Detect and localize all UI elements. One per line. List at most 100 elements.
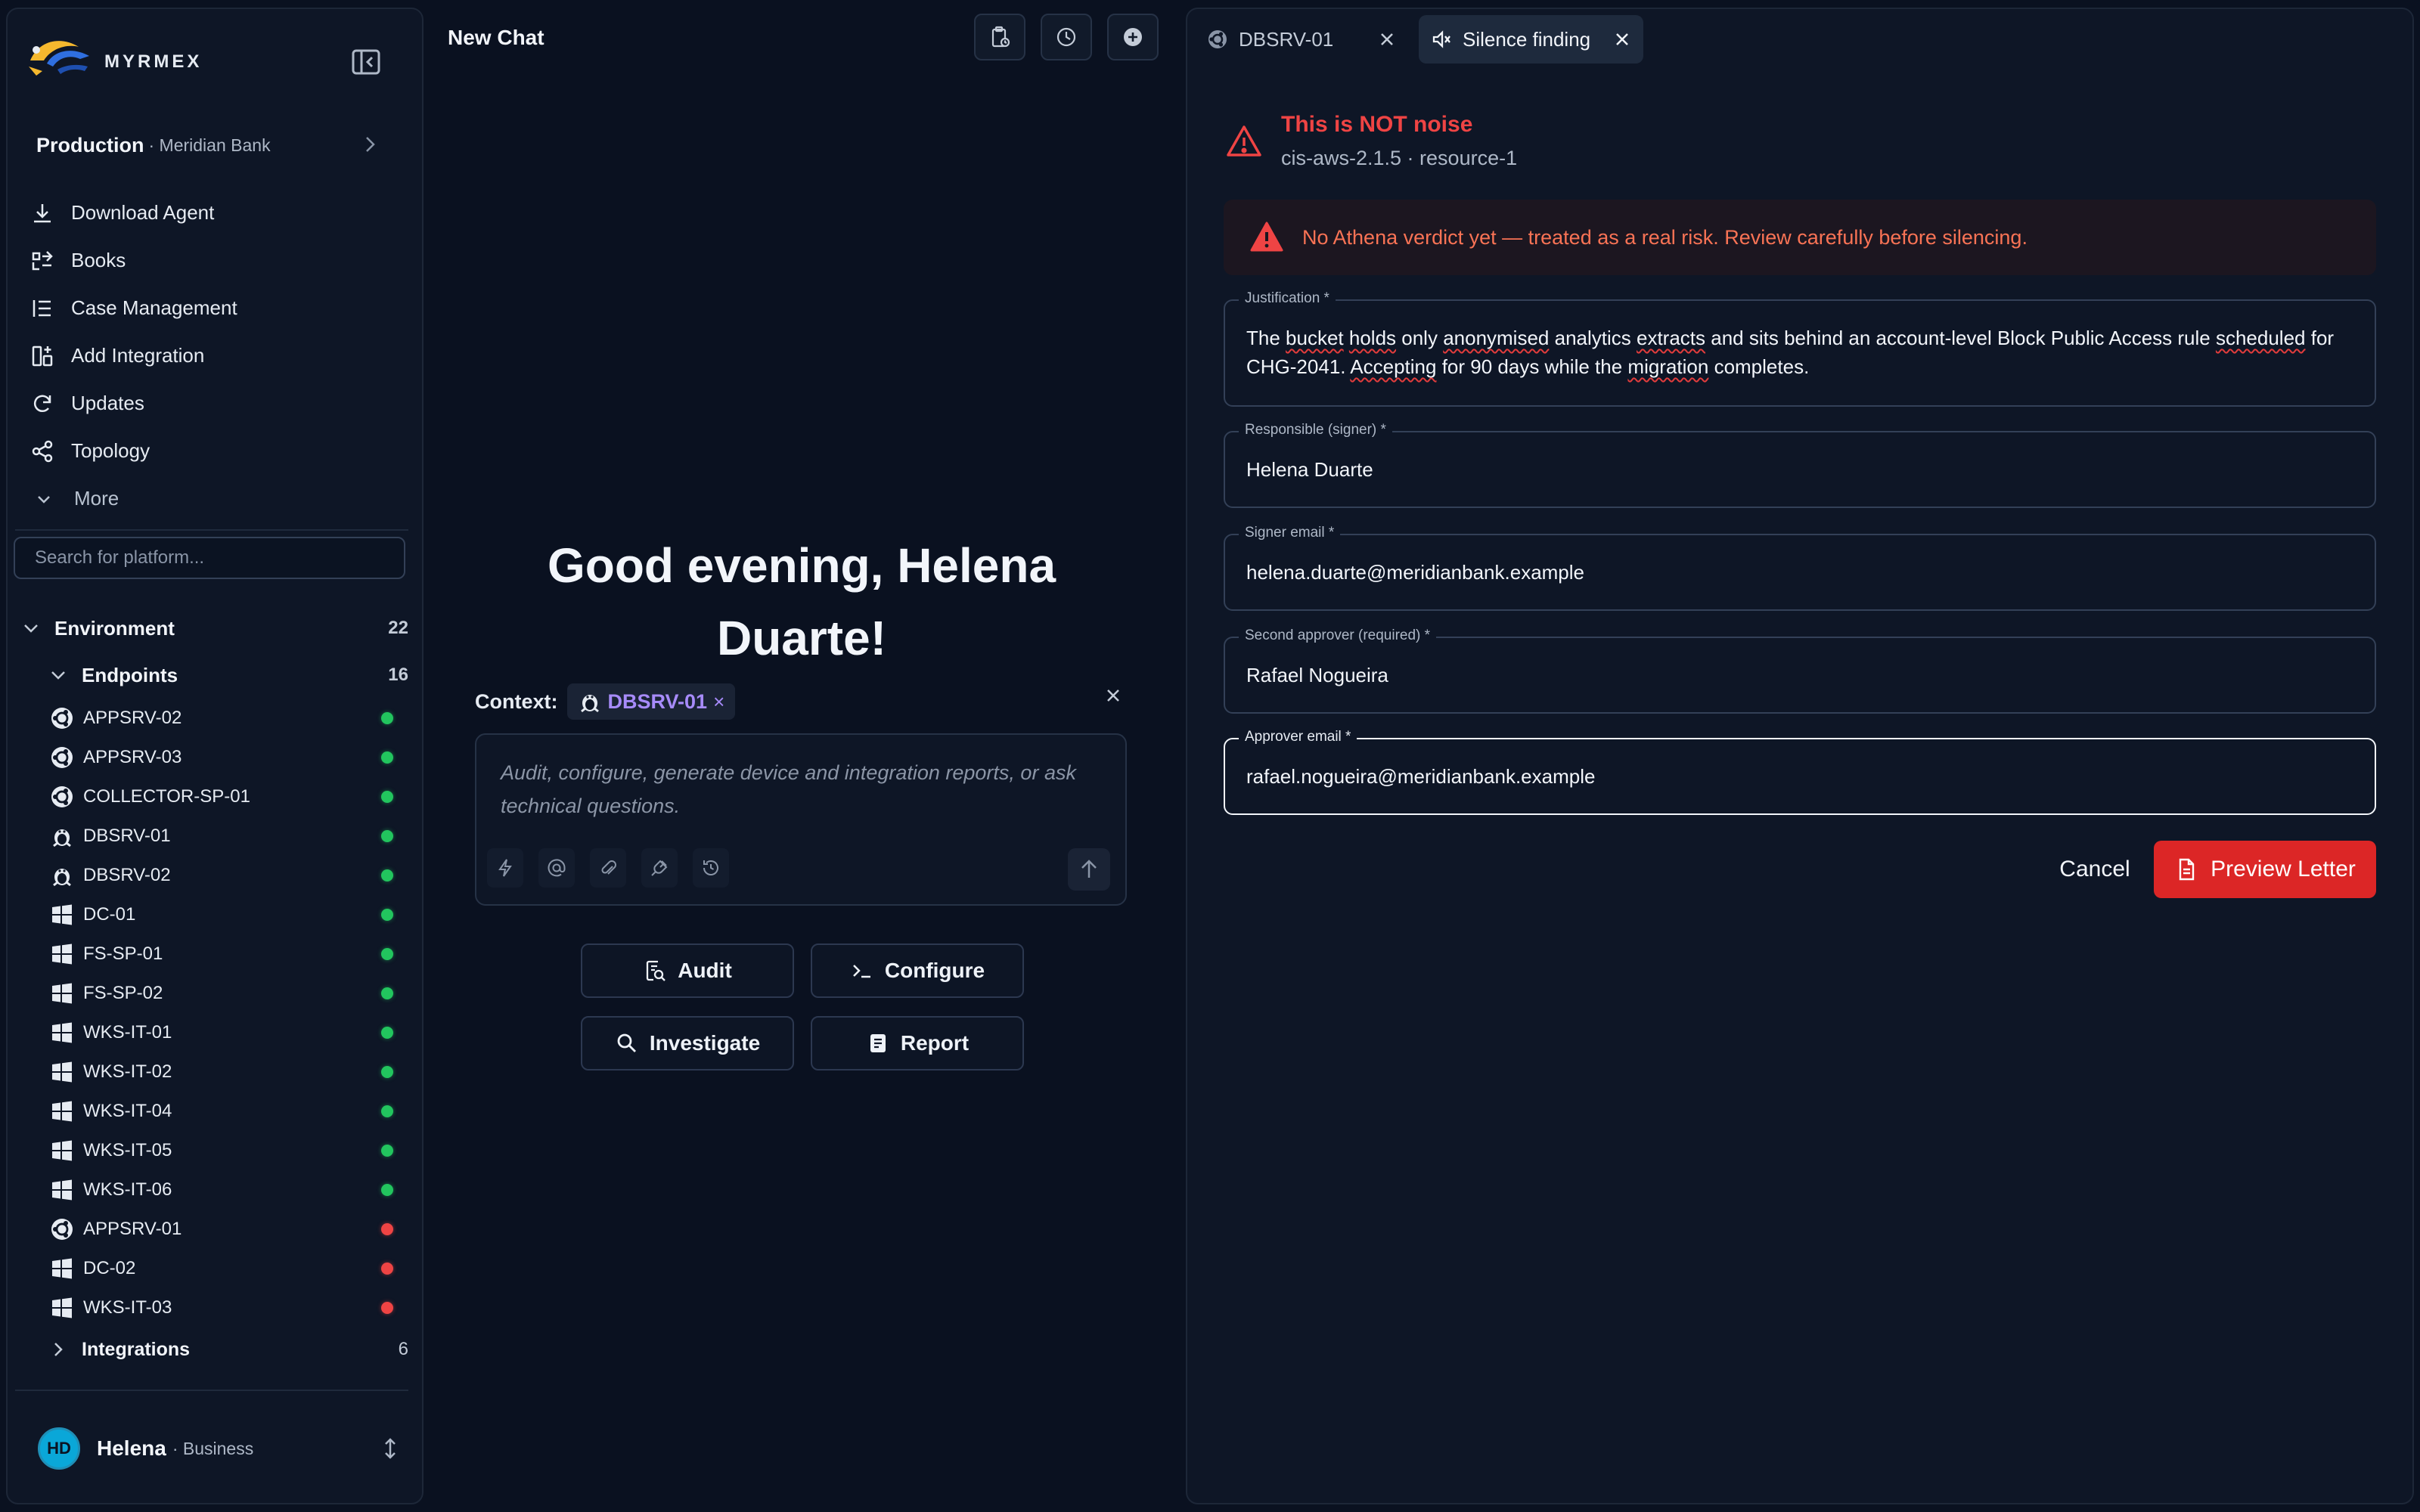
chevron-down-icon [24, 624, 38, 633]
field-label: Responsible (signer) * [1239, 422, 1392, 438]
nav-add-integration[interactable]: Add Integration [30, 332, 393, 380]
endpoint-item[interactable]: DBSRV-01 [15, 816, 408, 856]
preview-letter-button[interactable]: Preview Letter [2154, 841, 2376, 898]
endpoint-name: FS-SP-02 [83, 983, 163, 1003]
configure-button[interactable]: Configure [811, 943, 1024, 998]
integrations-button[interactable] [641, 848, 678, 888]
logo-text: MYRMEX [104, 51, 203, 72]
chevron-right-icon [366, 137, 375, 152]
context-chip[interactable]: DBSRV-01 × [566, 683, 736, 720]
endpoint-item[interactable]: WKS-IT-04 [15, 1092, 408, 1131]
tree-count: 22 [388, 618, 408, 638]
approver-email-value: rafael.nogueira@meridianbank.example [1246, 765, 1596, 788]
nav-books[interactable]: Books [30, 237, 393, 284]
history-tool-button[interactable] [693, 848, 729, 888]
collapse-sidebar-icon[interactable] [351, 48, 381, 76]
document-icon [2179, 858, 2195, 881]
status-online-indicator [381, 1027, 393, 1039]
approver-field[interactable]: Second approver (required) * Rafael Nogu… [1224, 627, 2376, 714]
endpoint-item[interactable]: WKS-IT-01 [15, 1013, 408, 1052]
risk-alert: No Athena verdict yet — treated as a rea… [1224, 200, 2376, 275]
quick-label: Audit [678, 959, 732, 982]
tab-dbsrv-01[interactable]: DBSRV-01 [1195, 15, 1408, 64]
new-chat-button[interactable] [1107, 14, 1159, 60]
user-name: Helena [97, 1436, 166, 1460]
nav-more[interactable]: More [30, 475, 393, 522]
user-menu[interactable]: HD Helena · Business [38, 1426, 401, 1471]
terminal-icon [853, 965, 870, 978]
endpoint-name: WKS-IT-03 [83, 1297, 172, 1318]
close-icon[interactable] [1378, 30, 1396, 48]
signer-email-field[interactable]: Signer email * helena.duarte@meridianban… [1224, 525, 2376, 611]
endpoint-item[interactable]: WKS-IT-03 [15, 1288, 408, 1328]
context-chip-remove[interactable]: × [713, 690, 724, 714]
nav-case-management[interactable]: Case Management [30, 284, 393, 332]
endpoint-item[interactable]: WKS-IT-05 [15, 1131, 408, 1170]
endpoint-name: WKS-IT-02 [83, 1061, 172, 1082]
status-offline-indicator [381, 1263, 393, 1275]
endpoint-name: DC-02 [83, 1258, 136, 1278]
status-online-indicator [381, 712, 393, 724]
nav-label: Download Agent [71, 201, 215, 224]
status-offline-indicator [381, 1223, 393, 1235]
endpoint-item[interactable]: WKS-IT-06 [15, 1170, 408, 1210]
avatar: HD [38, 1427, 80, 1470]
investigate-button[interactable]: Investigate [581, 1016, 794, 1070]
approver-email-field[interactable]: Approver email * rafael.nogueira@meridia… [1224, 729, 2376, 815]
audit-icon [647, 960, 666, 981]
nav-label: Add Integration [71, 344, 205, 367]
quick-label: Report [900, 1031, 970, 1055]
arrow-up-icon [1081, 860, 1097, 878]
cancel-button[interactable]: Cancel [2042, 841, 2148, 898]
tab-label: Silence finding [1463, 27, 1591, 51]
endpoint-item[interactable]: FS-SP-02 [15, 974, 408, 1013]
endpoint-item[interactable]: COLLECTOR-SP-01 [15, 777, 408, 816]
chat-composer[interactable]: Audit, configure, generate device and in… [475, 733, 1127, 906]
user-plan: · Business [172, 1438, 254, 1458]
tree-label: Integrations [82, 1338, 191, 1360]
platform-search-input[interactable]: Search for platform... [14, 537, 405, 579]
nav-label: More [74, 487, 119, 510]
endpoint-item[interactable]: APPSRV-02 [15, 699, 408, 738]
org-name: Production [36, 133, 144, 156]
endpoint-item[interactable]: WKS-IT-02 [15, 1052, 408, 1092]
endpoint-name: APPSRV-02 [83, 708, 182, 728]
close-icon[interactable] [1613, 30, 1631, 48]
send-button[interactable] [1068, 848, 1110, 891]
endpoint-name: DBSRV-01 [83, 826, 171, 846]
endpoint-item[interactable]: DC-01 [15, 895, 408, 934]
history-button[interactable] [1041, 14, 1092, 60]
attach-button[interactable] [590, 848, 626, 888]
endpoint-item[interactable]: DBSRV-02 [15, 856, 408, 895]
nav-updates[interactable]: Updates [30, 380, 393, 427]
signer-field[interactable]: Responsible (signer) * Helena Duarte [1224, 422, 2376, 508]
tree-environment[interactable]: Environment 22 [15, 605, 408, 652]
skills-button[interactable] [487, 848, 523, 888]
tab-silence-finding[interactable]: Silence finding [1419, 15, 1644, 64]
status-offline-indicator [381, 1302, 393, 1314]
tree-endpoints[interactable]: Endpoints 16 [15, 652, 408, 699]
status-online-indicator [381, 987, 393, 999]
endpoint-item[interactable]: DC-02 [15, 1249, 408, 1288]
endpoint-item[interactable]: FS-SP-01 [15, 934, 408, 974]
chevron-down-icon [51, 671, 65, 680]
audit-button[interactable]: Audit [581, 943, 794, 998]
windows-icon [52, 904, 72, 925]
endpoint-item[interactable]: APPSRV-03 [15, 738, 408, 777]
justification-field[interactable]: Justification * The bucket holds only an… [1224, 290, 2376, 407]
org-selector[interactable]: Production · Meridian Bank [36, 129, 392, 162]
close-icon[interactable] [1103, 685, 1124, 706]
logo[interactable]: MYRMEX [24, 30, 202, 80]
clipboard-button[interactable] [974, 14, 1025, 60]
report-button[interactable]: Report [811, 1016, 1024, 1070]
endpoint-item[interactable]: APPSRV-01 [15, 1210, 408, 1249]
windows-icon [52, 1101, 72, 1122]
tree-integrations[interactable]: Integrations 6 [15, 1328, 408, 1371]
tree-count: 6 [398, 1339, 408, 1359]
nav-download-agent[interactable]: Download Agent [30, 189, 393, 237]
finding-subtitle: cis-aws-2.1.5 · resource-1 [1281, 147, 1518, 169]
nav-label: Books [71, 249, 126, 271]
mention-button[interactable] [538, 848, 575, 888]
nav-topology[interactable]: Topology [30, 427, 393, 475]
endpoint-name: WKS-IT-06 [83, 1179, 172, 1200]
